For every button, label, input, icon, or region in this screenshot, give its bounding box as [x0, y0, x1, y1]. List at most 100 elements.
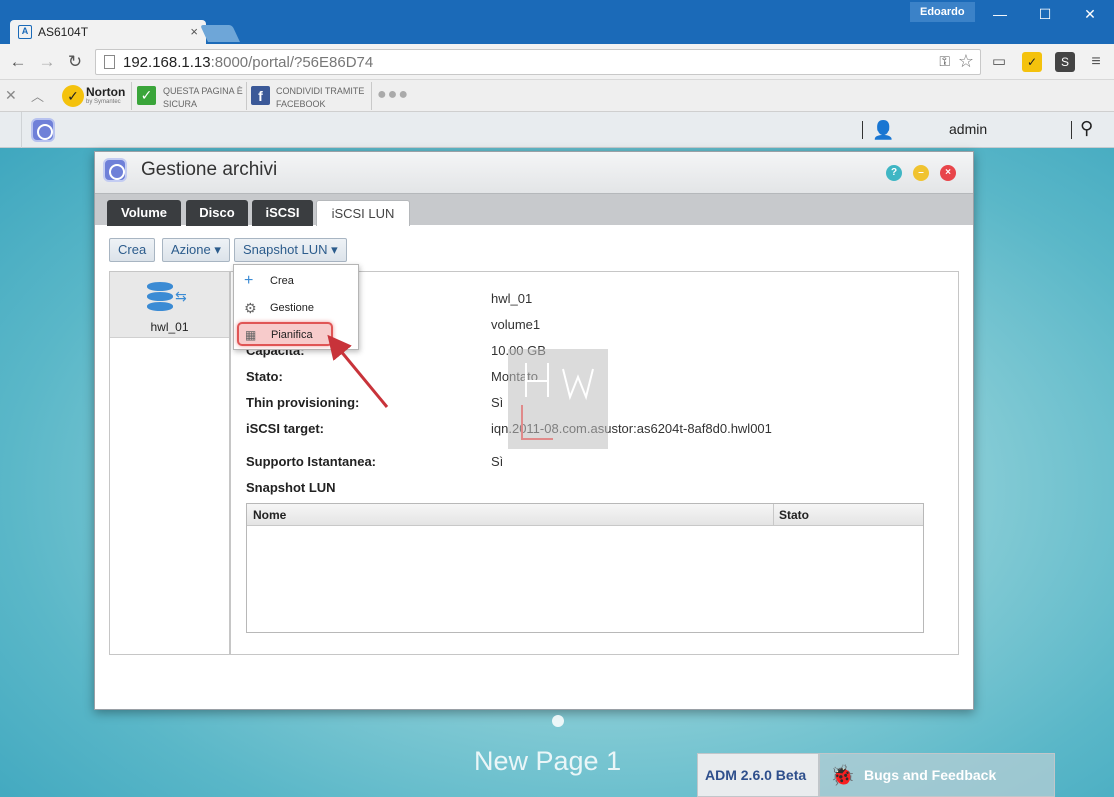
page-label: New Page 1 [474, 746, 622, 776]
norton-check-icon[interactable]: ✓ [1022, 52, 1042, 72]
tab-disco[interactable]: Disco [186, 200, 248, 226]
address-bar[interactable]: 192.168.1.13:8000/portal/?56E86D74 ⚿ ☆ [95, 49, 981, 75]
snapshot-lun-button[interactable]: Snapshot LUN ▾ [234, 238, 347, 262]
norton-toolbar: ✕ ︿ ✓ Norton by Symantec ✓ QUESTA PAGINA… [0, 80, 1114, 112]
page-indicator-dot[interactable] [552, 715, 564, 727]
url-path: :8000/portal/?56E86D74 [210, 54, 374, 71]
extension-s-icon[interactable]: S [1055, 52, 1075, 72]
divider [862, 121, 863, 139]
thin-provisioning-value: Sì [491, 395, 504, 410]
lun-list: ⇆ hwl_01 [109, 271, 230, 655]
safe-text-1[interactable]: QUESTA PAGINA È [163, 85, 243, 98]
cast-icon[interactable]: ▭ [989, 52, 1009, 72]
divider [21, 112, 22, 148]
tab-close-icon[interactable]: × [190, 24, 198, 39]
tab-iscsi[interactable]: iSCSI [252, 200, 313, 226]
menu-item-label: Gestione [270, 302, 315, 314]
snapshot-support-value: Sì [491, 454, 504, 469]
bugs-feedback-button[interactable]: 🐞 Bugs and Feedback [819, 753, 1055, 797]
close-window-icon[interactable]: × [940, 165, 956, 181]
username[interactable]: admin [949, 121, 987, 137]
norton-logo-text: Norton [86, 85, 126, 99]
annotation-arrow-icon [327, 334, 389, 408]
iscsi-target-label: iSCSI target: [246, 421, 325, 436]
lun-name: hwl_01 [150, 320, 189, 334]
column-header-stato[interactable]: Stato [779, 508, 809, 522]
window-close-icon[interactable]: ✕ [1075, 4, 1105, 24]
tab-bar: Volume Disco iSCSI iSCSI LUN [95, 193, 973, 226]
window-header[interactable]: Gestione archivi ? – × [95, 152, 973, 193]
menu-item-label: Crea [270, 275, 294, 287]
adm-version-text: ADM 2.6.0 Beta [705, 767, 807, 783]
menu-icon[interactable]: ≡ [1086, 52, 1106, 72]
minimize-icon[interactable]: — [985, 4, 1015, 24]
menu-item-label: Pianifica [271, 329, 313, 341]
bookmark-star-icon[interactable]: ☆ [958, 51, 974, 72]
window-title: Gestione archivi [141, 159, 278, 180]
norton-logo-icon: ✓ [62, 85, 84, 107]
divider [1071, 121, 1072, 139]
browser-toolbar: ← → ↻ 192.168.1.13:8000/portal/?56E86D74… [0, 44, 1114, 80]
profile-name[interactable]: Edoardo [910, 2, 975, 22]
adm-desktop: 👤 admin ⚲ Gestione archivi ? – × Volume … [0, 112, 1114, 797]
adm-topbar: 👤 admin ⚲ [0, 112, 1114, 148]
page-icon [104, 55, 115, 69]
adm-version-badge: ADM 2.6.0 Beta [697, 753, 819, 797]
more-icon[interactable]: ●●● [377, 86, 409, 104]
volume-value: volume1 [491, 317, 541, 332]
browser-titlebar: A AS6104T × Edoardo — ☐ ✕ [0, 0, 1114, 44]
url-text: 192.168.1.13:8000/portal/?56E86D74 [123, 54, 373, 71]
transfer-arrows-icon: ⇆ [175, 288, 187, 304]
tab-volume[interactable]: Volume [107, 200, 181, 226]
snapshot-lun-heading: Snapshot LUN [246, 480, 336, 495]
bug-icon: 🐞 [830, 765, 855, 787]
user-icon[interactable]: 👤 [872, 120, 894, 141]
snapshot-table-header: Nome Stato [247, 504, 923, 526]
new-tab-button[interactable] [200, 25, 240, 42]
norton-collapse-icon[interactable]: ︿ [31, 86, 44, 105]
divider [246, 82, 247, 110]
share-text-1[interactable]: CONDIVIDI TRAMITE [276, 85, 364, 98]
url-host: 192.168.1.13 [123, 54, 211, 71]
watermark-logo [508, 349, 608, 449]
safe-text-2[interactable]: SICURA [163, 98, 197, 111]
reload-icon[interactable]: ↻ [65, 52, 85, 72]
menu-item-pianifica[interactable]: ▦ Pianifica [237, 322, 333, 346]
key-icon[interactable]: ⚿ [939, 53, 950, 70]
calendar-icon: ▦ [245, 328, 257, 342]
storage-manager-icon [103, 158, 127, 182]
snapshot-table: Nome Stato [246, 503, 924, 633]
menu-item-crea[interactable]: + Crea [234, 268, 358, 294]
gear-icon: ⚙ [244, 300, 257, 316]
back-icon[interactable]: ← [8, 52, 28, 72]
norton-close-icon[interactable]: ✕ [5, 87, 17, 104]
storage-manager-app-icon[interactable] [31, 118, 55, 142]
asustor-favicon-icon: A [18, 25, 32, 39]
menu-item-gestione[interactable]: ⚙ Gestione [234, 295, 358, 321]
plus-icon: + [244, 272, 254, 289]
norton-logo-sub: by Symantec [86, 99, 121, 105]
tab-title: AS6104T [38, 25, 89, 39]
snapshot-support-label: Supporto Istantanea: [246, 454, 377, 469]
create-button[interactable]: Crea [109, 238, 156, 262]
action-button[interactable]: Azione ▾ [162, 238, 230, 262]
facebook-icon[interactable]: f [251, 86, 270, 105]
browser-tab[interactable]: A AS6104T × [10, 20, 206, 44]
minimize-window-icon[interactable]: – [913, 165, 929, 181]
maximize-icon[interactable]: ☐ [1030, 4, 1060, 24]
help-icon[interactable]: ? [886, 165, 902, 181]
lun-name-value: hwl_01 [491, 291, 533, 306]
forward-icon[interactable]: → [37, 52, 57, 72]
search-icon[interactable]: ⚲ [1080, 118, 1093, 139]
tab-iscsi-lun[interactable]: iSCSI LUN [316, 200, 410, 226]
bugs-feedback-label: Bugs and Feedback [864, 767, 997, 783]
status-label: Stato: [246, 369, 283, 384]
database-icon [147, 282, 173, 312]
column-header-nome[interactable]: Nome [253, 508, 286, 522]
divider [131, 82, 132, 110]
share-text-2[interactable]: FACEBOOK [276, 98, 326, 111]
divider [773, 504, 774, 526]
safe-check-icon: ✓ [137, 86, 156, 105]
storage-manager-window: Gestione archivi ? – × Volume Disco iSCS… [94, 151, 974, 710]
lun-list-item[interactable]: ⇆ hwl_01 [110, 272, 229, 338]
